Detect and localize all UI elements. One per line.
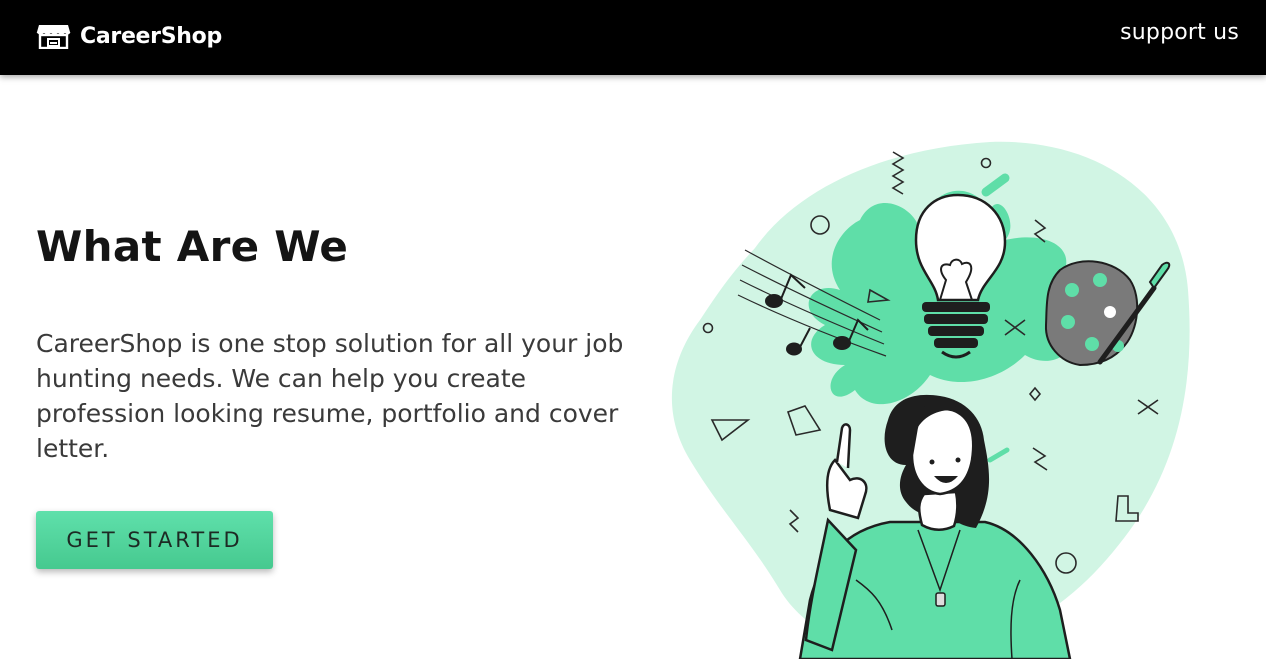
top-navbar: CareerShop support us [0,0,1266,75]
storefront-icon [36,25,71,49]
hero-illustration [671,141,1190,659]
hero-description: CareerShop is one stop solution for all … [36,329,624,463]
support-us-link[interactable]: support us [1120,20,1239,45]
brand-name: CareerShop [80,23,222,49]
get-started-button[interactable]: GET STARTED [36,511,273,569]
brand-logo-link[interactable]: CareerShop [36,20,222,52]
page-title: What Are We [36,222,349,271]
